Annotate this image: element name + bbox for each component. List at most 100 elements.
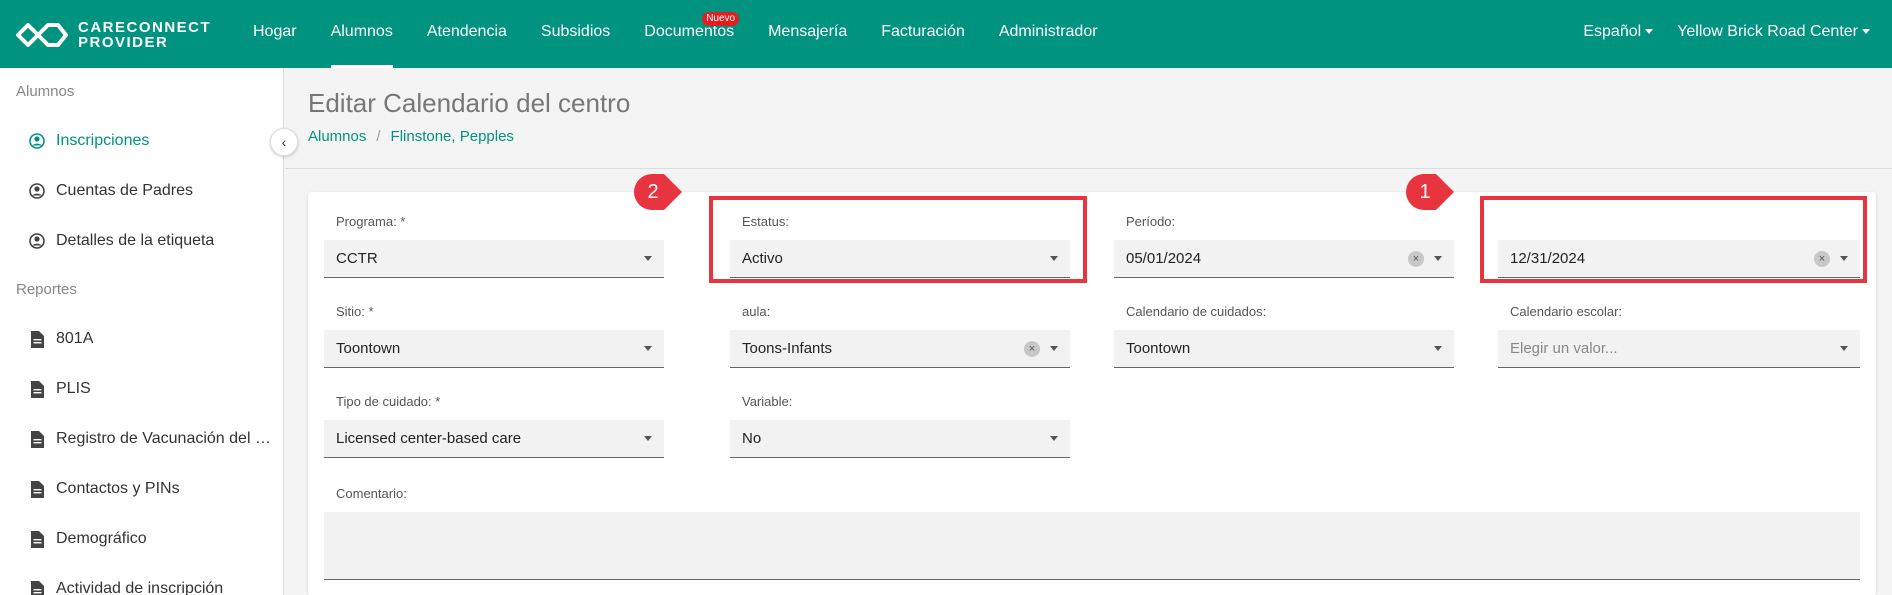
sidebar-item-label: Cuentas de Padres <box>56 182 193 199</box>
brand-line2: PROVIDER <box>78 34 169 51</box>
sidebar-item-label: Registro de Vacunación del … <box>56 430 271 447</box>
nav-documentos[interactable]: Documentos Nuevo <box>627 0 751 68</box>
document-icon <box>28 529 46 549</box>
sidebar-item-label: 801A <box>56 330 94 347</box>
sitio-label: Sitio: * <box>336 304 374 319</box>
aula-value: Toons-Infants <box>742 340 833 357</box>
document-icon <box>28 429 46 449</box>
caret-down-icon <box>1862 29 1870 35</box>
center-dropdown[interactable]: Yellow Brick Road Center <box>1665 0 1882 68</box>
sidebar-item-plis[interactable]: PLIS <box>0 364 283 414</box>
calendario-cuidados-select[interactable]: Toontown <box>1114 330 1454 368</box>
main-nav: Hogar Alumnos Atendencia Subsidios Docum… <box>236 0 1115 68</box>
tipo-cuidado-value: Licensed center-based care <box>336 430 522 447</box>
variable-select[interactable]: No <box>730 420 1070 458</box>
calendario-escolar-select[interactable]: Elegir un valor... <box>1498 330 1860 368</box>
new-badge: Nuevo <box>702 12 740 26</box>
breadcrumb-separator: / <box>376 128 381 145</box>
dropdown-arrow-icon <box>1434 256 1442 261</box>
user-circle-icon <box>28 231 46 251</box>
nav-administrador[interactable]: Administrador <box>982 0 1115 68</box>
clear-icon[interactable]: × <box>1024 341 1040 357</box>
sidebar-item-label: Inscripciones <box>56 132 150 149</box>
calendario-escolar-placeholder: Elegir un valor... <box>1510 340 1618 357</box>
nav-hogar[interactable]: Hogar <box>236 0 314 68</box>
periodo-label: Período: <box>1126 214 1176 229</box>
sidebar-item-inscripciones[interactable]: Inscripciones <box>0 116 283 166</box>
top-navbar: CARECONNECT PROVIDER Hogar Alumnos Atend… <box>0 0 1892 68</box>
sidebar-item-demografico[interactable]: Demográfico <box>0 514 283 564</box>
careconnect-logo-icon <box>16 23 68 47</box>
periodo-start-select[interactable]: 05/01/2024 × <box>1114 240 1454 278</box>
nav-alumnos[interactable]: Alumnos <box>314 0 410 68</box>
dropdown-arrow-icon <box>1840 346 1848 351</box>
annotation-box-periodo-end <box>1480 196 1867 283</box>
aula-select[interactable]: Toons-Infants × <box>730 330 1070 368</box>
dropdown-arrow-icon <box>644 346 652 351</box>
periodo-start-value: 05/01/2024 <box>1126 250 1202 267</box>
calendario-cuidados-label: Calendario de cuidados: <box>1126 304 1267 319</box>
sitio-value: Toontown <box>336 340 401 357</box>
center-label: Yellow Brick Road Center <box>1677 23 1858 40</box>
sidebar-collapse-button[interactable]: ‹ <box>270 128 298 156</box>
variable-value: No <box>742 430 762 447</box>
calendario-cuidados-value: Toontown <box>1126 340 1191 357</box>
sidebar-item-label: Demográfico <box>56 530 147 547</box>
document-icon <box>28 579 46 595</box>
comentario-textarea[interactable] <box>324 512 1860 580</box>
sidebar-item-label: PLIS <box>56 380 91 397</box>
breadcrumb-student-link[interactable]: Flinstone, Pepples <box>391 128 514 145</box>
sidebar-item-detalles-etiqueta[interactable]: Detalles de la etiqueta <box>0 216 283 266</box>
brand-line1: CARECONNECT <box>78 19 212 36</box>
annotation-marker-label: 2 <box>647 181 659 203</box>
nav-mensajeria[interactable]: Mensajería <box>751 0 864 68</box>
clear-icon[interactable]: × <box>1408 251 1424 267</box>
dropdown-arrow-icon <box>1434 346 1442 351</box>
sidebar-item-contactos-pins[interactable]: Contactos y PINs <box>0 464 283 514</box>
sidebar-item-cuentas-de-padres[interactable]: Cuentas de Padres <box>0 166 283 216</box>
breadcrumb: Alumnos / Flinstone, Pepples <box>308 128 514 145</box>
sidebar: Alumnos Inscripciones Cuentas de Padres … <box>0 68 284 595</box>
nav-atendencia[interactable]: Atendencia <box>410 0 524 68</box>
sidebar-item-label: Actividad de inscripción <box>56 580 224 595</box>
sidebar-item-actividad-inscripcion[interactable]: Actividad de inscripción <box>0 564 283 595</box>
sidebar-section-reportes: Reportes <box>16 281 77 298</box>
document-icon <box>28 479 46 499</box>
caret-down-icon <box>1645 29 1654 35</box>
brand-name: CARECONNECT PROVIDER <box>78 20 211 50</box>
nav-subsidios[interactable]: Subsidios <box>524 0 627 68</box>
annotation-marker-2: 2 <box>634 174 682 210</box>
sidebar-item-registro-vacunacion[interactable]: Registro de Vacunación del … <box>0 414 283 464</box>
dropdown-arrow-icon <box>1050 346 1058 351</box>
sidebar-item-label: Contactos y PINs <box>56 480 180 497</box>
programa-label: Programa: * <box>336 214 406 229</box>
nav-facturacion[interactable]: Facturación <box>864 0 982 68</box>
breadcrumb-alumnos-link[interactable]: Alumnos <box>308 128 366 145</box>
document-icon <box>28 329 46 349</box>
programa-select[interactable]: CCTR <box>324 240 664 278</box>
nav-right: Español Yellow Brick Road Center <box>1571 0 1882 68</box>
document-icon <box>28 379 46 399</box>
page-title: Editar Calendario del centro <box>308 88 631 118</box>
language-dropdown[interactable]: Español <box>1571 0 1665 68</box>
tipo-cuidado-label: Tipo de cuidado: * <box>336 394 441 409</box>
dropdown-arrow-icon <box>1050 436 1058 441</box>
header-divider <box>285 168 1892 169</box>
dropdown-arrow-icon <box>644 256 652 261</box>
chevron-left-icon: ‹ <box>281 134 287 150</box>
language-label: Español <box>1583 23 1642 40</box>
annotation-marker-1: 1 <box>1406 174 1454 210</box>
user-circle-icon <box>28 181 46 201</box>
sitio-select[interactable]: Toontown <box>324 330 664 368</box>
calendario-escolar-label: Calendario escolar: <box>1510 304 1623 319</box>
sidebar-section-alumnos: Alumnos <box>16 83 75 100</box>
user-circle-icon <box>28 131 46 151</box>
tipo-cuidado-select[interactable]: Licensed center-based care <box>324 420 664 458</box>
annotation-marker-label: 1 <box>1419 181 1431 203</box>
sidebar-item-801a[interactable]: 801A <box>0 314 283 364</box>
brand-logo[interactable]: CARECONNECT PROVIDER <box>14 18 211 52</box>
programa-value: CCTR <box>336 250 378 267</box>
variable-label: Variable: <box>742 394 793 409</box>
comentario-label: Comentario: <box>336 486 407 501</box>
sidebar-item-label: Detalles de la etiqueta <box>56 232 215 249</box>
